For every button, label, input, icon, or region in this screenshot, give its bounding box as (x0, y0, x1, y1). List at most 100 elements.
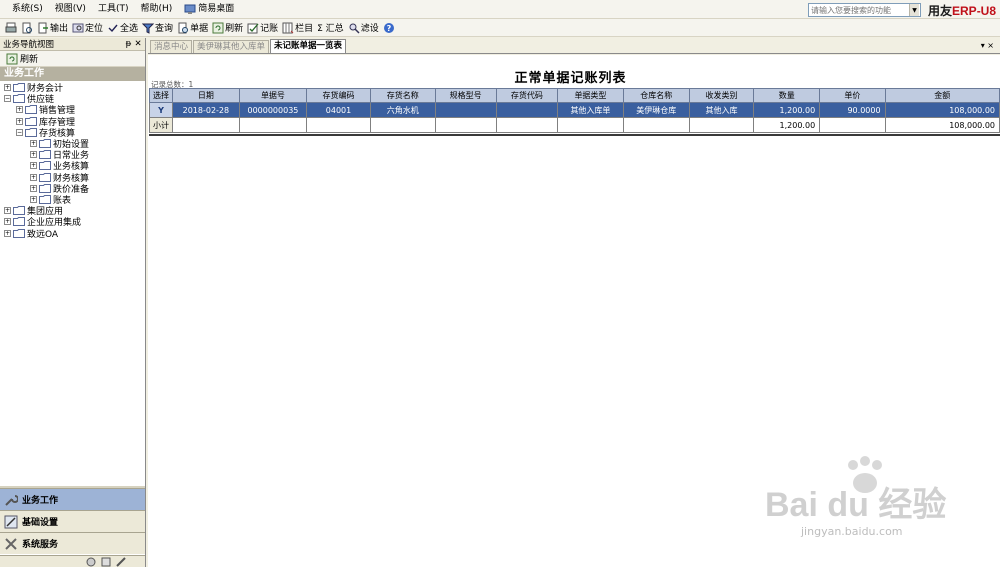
expand-icon[interactable]: + (4, 229, 11, 237)
folder-icon (25, 127, 37, 137)
column-header[interactable]: 数量 (753, 88, 821, 103)
posting-grid: 选择 日期 单据号 存货编码 存货名称 规格型号 存货代码 单据类型 仓库名称 收发类别 数量 单价金… (149, 88, 1000, 133)
column-header[interactable]: 选择 (149, 88, 173, 103)
tree-item[interactable]: + 致远OA (4, 228, 58, 240)
column-header[interactable]: 单据类型 (557, 88, 624, 103)
nav-refresh-label: 刷新 (20, 55, 39, 65)
small-tools-icon[interactable] (115, 556, 127, 567)
column-header[interactable]: 日期 (171, 88, 240, 103)
select-all-button[interactable]: 全选 (105, 20, 140, 36)
table-cell: 2018-02-28 (171, 102, 240, 118)
help-button[interactable]: ? (381, 20, 397, 36)
menu-tools[interactable]: 工具(T) (92, 0, 135, 19)
tab-other-inbound[interactable]: 美伊琳其他入库单 (193, 40, 270, 53)
expand-icon[interactable]: + (4, 84, 11, 91)
locate-button[interactable]: 定位 (70, 20, 105, 36)
pin-icon[interactable]: ᵽ (124, 39, 133, 49)
navigation-pane: 业务导航视图 ᵽ ✕ 刷新 业务工作 + 财务会计 − 供应链 + 销售管理 + 库存管理 − 存… (0, 38, 146, 567)
menu-system[interactable]: 系统(S) (6, 0, 49, 19)
search-input[interactable] (809, 4, 909, 16)
expand-icon[interactable]: + (16, 106, 23, 114)
expand-icon[interactable]: + (4, 207, 11, 215)
output-button[interactable]: 输出 (35, 20, 70, 36)
table-cell: 其他入库单 (557, 102, 624, 118)
print-button[interactable] (3, 20, 19, 36)
table-cell: 六角水机 (369, 102, 436, 118)
menu-view[interactable]: 视图(V) (49, 0, 92, 19)
menu-help[interactable]: 帮助(H) (134, 0, 178, 19)
column-header[interactable]: 存货编码 (306, 88, 371, 103)
column-header[interactable]: 收发类别 (688, 88, 755, 103)
folder-icon (39, 172, 51, 182)
tab-message-center[interactable]: 消息中心 (150, 40, 193, 53)
column-header[interactable]: 存货代码 (495, 88, 559, 103)
refresh-button[interactable]: 刷新 (210, 20, 245, 36)
column-header[interactable]: 金额 (884, 88, 1000, 103)
nav-button-business[interactable]: 业务工作 (0, 488, 145, 510)
column-header[interactable]: 单据号 (238, 88, 308, 103)
expand-icon[interactable]: + (4, 218, 11, 226)
table-cell (434, 102, 497, 118)
collapse-icon[interactable]: − (16, 128, 23, 136)
nav-tree: + 财务会计 − 供应链 + 销售管理 + 库存管理 − 存货核算 + 初始设置 + 日常业务 + 业务核算 +… (0, 81, 145, 441)
subtotal-row: 小计 1,200.00 108,000.00 (149, 117, 1000, 133)
tab-menu-close-icon[interactable]: ▾ × (981, 41, 994, 50)
nav-refresh-button[interactable]: 刷新 (0, 51, 145, 67)
select-all-label: 全选 (120, 24, 139, 34)
folder-icon (39, 150, 51, 160)
filter-funnel-icon (142, 23, 155, 34)
subtotal-label: 小计 (149, 117, 173, 133)
expand-icon[interactable]: + (30, 151, 37, 159)
small-config-icon[interactable] (100, 556, 112, 567)
nav-button-basic-settings[interactable]: 基础设置 (0, 510, 145, 532)
settings-icon (4, 515, 18, 528)
table-cell: 90.0000 (819, 102, 886, 118)
small-settings-icon[interactable] (85, 556, 97, 567)
query-label: 查询 (155, 24, 174, 34)
row-select-cell[interactable]: Y (149, 102, 173, 118)
brand-prefix: 用友 (928, 4, 953, 18)
search-dropdown-icon[interactable]: ▼ (909, 4, 919, 16)
subtotal-cell: 108,000.00 (884, 117, 1000, 133)
column-header[interactable]: 单价 (819, 88, 886, 103)
locate-label: 定位 (85, 24, 104, 34)
expand-icon[interactable]: + (30, 140, 37, 147)
expand-icon[interactable]: + (30, 173, 37, 181)
expand-icon[interactable]: + (30, 196, 37, 203)
post-button[interactable]: 记账 (245, 20, 280, 36)
document-button[interactable]: 单据 (175, 20, 210, 36)
column-header[interactable]: 存货名称 (369, 88, 436, 103)
expand-icon[interactable]: + (16, 117, 23, 125)
column-header[interactable]: 规格型号 (434, 88, 497, 103)
table-row[interactable]: Y 2018-02-28 0000000035 04001 六角水机 其他入库单 美伊琳仓库… (149, 102, 1000, 118)
columns-button[interactable]: 栏目 (280, 20, 315, 36)
table-cell (495, 102, 559, 118)
filter-settings-label: 滤设 (360, 24, 379, 34)
simple-desktop-button[interactable]: 简易桌面 (178, 0, 240, 19)
grid-header-row: 选择 日期 单据号 存货编码 存货名称 规格型号 存货代码 单据类型 仓库名称 收发类别 数量 单价金… (149, 88, 1000, 103)
output-label: 输出 (50, 24, 69, 34)
refresh-icon (212, 22, 224, 33)
tab-unposted-list[interactable]: 未记账单据一览表 (270, 39, 347, 53)
folder-icon (39, 195, 51, 204)
close-icon[interactable]: ✕ (133, 39, 143, 49)
collapse-icon[interactable]: − (4, 95, 11, 103)
folder-icon (13, 206, 25, 216)
expand-icon[interactable]: + (30, 162, 37, 170)
subtotal-cell (819, 117, 886, 133)
locate-icon (72, 23, 84, 32)
nav-button-system-service[interactable]: 系统服务 (0, 532, 145, 554)
expand-icon[interactable]: + (30, 184, 37, 192)
svg-text:?: ? (386, 24, 391, 33)
nav-pane-titlebar: 业务导航视图 ᵽ ✕ (0, 38, 145, 51)
summary-button[interactable]: Σ 汇总 (315, 20, 346, 36)
column-header[interactable]: 仓库名称 (622, 88, 690, 103)
nav-button-system-service-label: 系统服务 (22, 540, 59, 550)
table-cell: 1,200.00 (753, 102, 821, 118)
folder-icon (13, 217, 25, 227)
function-search[interactable]: ▼ (808, 3, 921, 17)
preview-button[interactable] (19, 20, 35, 36)
query-button[interactable]: 查询 (140, 20, 175, 36)
folder-icon (39, 139, 51, 148)
filter-settings-button[interactable]: 滤设 (346, 20, 381, 36)
